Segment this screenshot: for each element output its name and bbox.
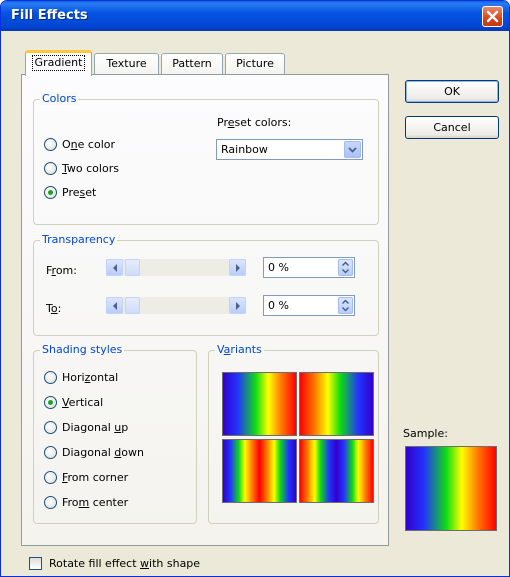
from-spinner[interactable]: 0 % xyxy=(263,257,355,278)
transparency-group: Transparency From: 0 % To: 0 % xyxy=(33,233,379,336)
tab-pattern[interactable]: Pattern xyxy=(161,53,223,74)
scroll-right-button[interactable] xyxy=(229,259,246,276)
preset-label: Preset xyxy=(62,185,97,199)
from-slider[interactable] xyxy=(106,259,246,276)
diagonal-up-label: Diagonal up xyxy=(62,420,129,434)
diagonal-down-label: Diagonal down xyxy=(62,445,144,459)
title-bar[interactable]: Fill Effects xyxy=(1,1,509,31)
radio-button[interactable] xyxy=(44,495,57,509)
radio-horizontal[interactable]: Horizontal xyxy=(44,369,118,385)
horizontal-label: Horizontal xyxy=(62,370,119,384)
one-color-label: One color xyxy=(62,137,116,151)
variant-swatch[interactable] xyxy=(222,439,297,503)
radio-button[interactable] xyxy=(44,137,57,151)
spin-arrows-icon[interactable] xyxy=(338,259,353,276)
ok-button[interactable]: OK xyxy=(405,80,499,103)
radio-preset[interactable]: Preset xyxy=(44,184,96,200)
gradient-panel: Colors One color Two colors Preset Prese… xyxy=(21,74,389,546)
scroll-left-button[interactable] xyxy=(106,297,123,314)
radio-vertical[interactable]: Vertical xyxy=(44,394,103,410)
variant-swatch[interactable] xyxy=(299,439,374,503)
cancel-button[interactable]: Cancel xyxy=(405,116,499,139)
radio-diagonal-down[interactable]: Diagonal down xyxy=(44,444,144,460)
sample-label: Sample: xyxy=(403,427,448,440)
radio-button[interactable] xyxy=(44,470,57,484)
radio-from-center[interactable]: From center xyxy=(44,494,128,510)
radio-button[interactable] xyxy=(44,445,57,459)
to-spinner[interactable]: 0 % xyxy=(263,295,355,316)
colors-legend: Colors xyxy=(40,92,79,105)
transparency-legend: Transparency xyxy=(40,233,118,246)
radio-diagonal-up[interactable]: Diagonal up xyxy=(44,419,128,435)
preset-colors-value: Rainbow xyxy=(221,143,268,156)
variants-group: Variants xyxy=(208,343,379,524)
close-icon xyxy=(486,10,499,23)
sample-preview xyxy=(405,446,497,531)
to-slider[interactable] xyxy=(106,297,246,314)
tab-gradient[interactable]: Gradient xyxy=(25,50,92,76)
preset-colors-label: Preset colors: xyxy=(217,116,292,129)
variant-swatch[interactable] xyxy=(222,372,297,436)
from-value: 0 % xyxy=(268,261,289,274)
variants-legend: Variants xyxy=(215,343,264,356)
radio-one-color[interactable]: One color xyxy=(44,136,115,152)
radio-from-corner[interactable]: From corner xyxy=(44,469,128,485)
preset-colors-select[interactable]: Rainbow xyxy=(216,139,363,160)
shading-styles-legend: Shading styles xyxy=(40,343,125,356)
scroll-left-button[interactable] xyxy=(106,259,123,276)
rotate-fill-checkbox[interactable] xyxy=(29,557,42,570)
rotate-fill-label: Rotate fill effect with shape xyxy=(49,557,201,570)
vertical-label: Vertical xyxy=(62,395,104,409)
chevron-down-icon[interactable] xyxy=(344,141,361,158)
radio-button[interactable] xyxy=(44,161,57,175)
from-center-label: From center xyxy=(62,495,129,509)
radio-button-selected[interactable] xyxy=(44,185,57,199)
slider-thumb[interactable] xyxy=(125,297,140,314)
radio-button[interactable] xyxy=(44,370,57,384)
shading-styles-group: Shading styles Horizontal Vertical Diago… xyxy=(33,343,197,524)
radio-button-selected[interactable] xyxy=(44,395,57,409)
to-label: To: xyxy=(46,302,62,315)
tab-picture[interactable]: Picture xyxy=(225,53,285,74)
variant-swatch[interactable] xyxy=(299,372,374,436)
spin-arrows-icon[interactable] xyxy=(338,297,353,314)
colors-group: Colors One color Two colors Preset Prese… xyxy=(33,92,379,225)
to-value: 0 % xyxy=(268,299,289,312)
from-corner-label: From corner xyxy=(62,470,129,484)
radio-two-colors[interactable]: Two colors xyxy=(44,160,119,176)
radio-button[interactable] xyxy=(44,420,57,434)
slider-thumb[interactable] xyxy=(125,259,140,276)
from-label: From: xyxy=(46,264,77,277)
window-title: Fill Effects xyxy=(11,8,88,23)
close-button[interactable] xyxy=(482,6,503,27)
two-colors-label: Two colors xyxy=(62,161,119,175)
tab-texture[interactable]: Texture xyxy=(94,53,159,74)
scroll-right-button[interactable] xyxy=(229,297,246,314)
fill-effects-dialog: Fill Effects Gradient Texture Pattern Pi… xyxy=(0,0,510,577)
